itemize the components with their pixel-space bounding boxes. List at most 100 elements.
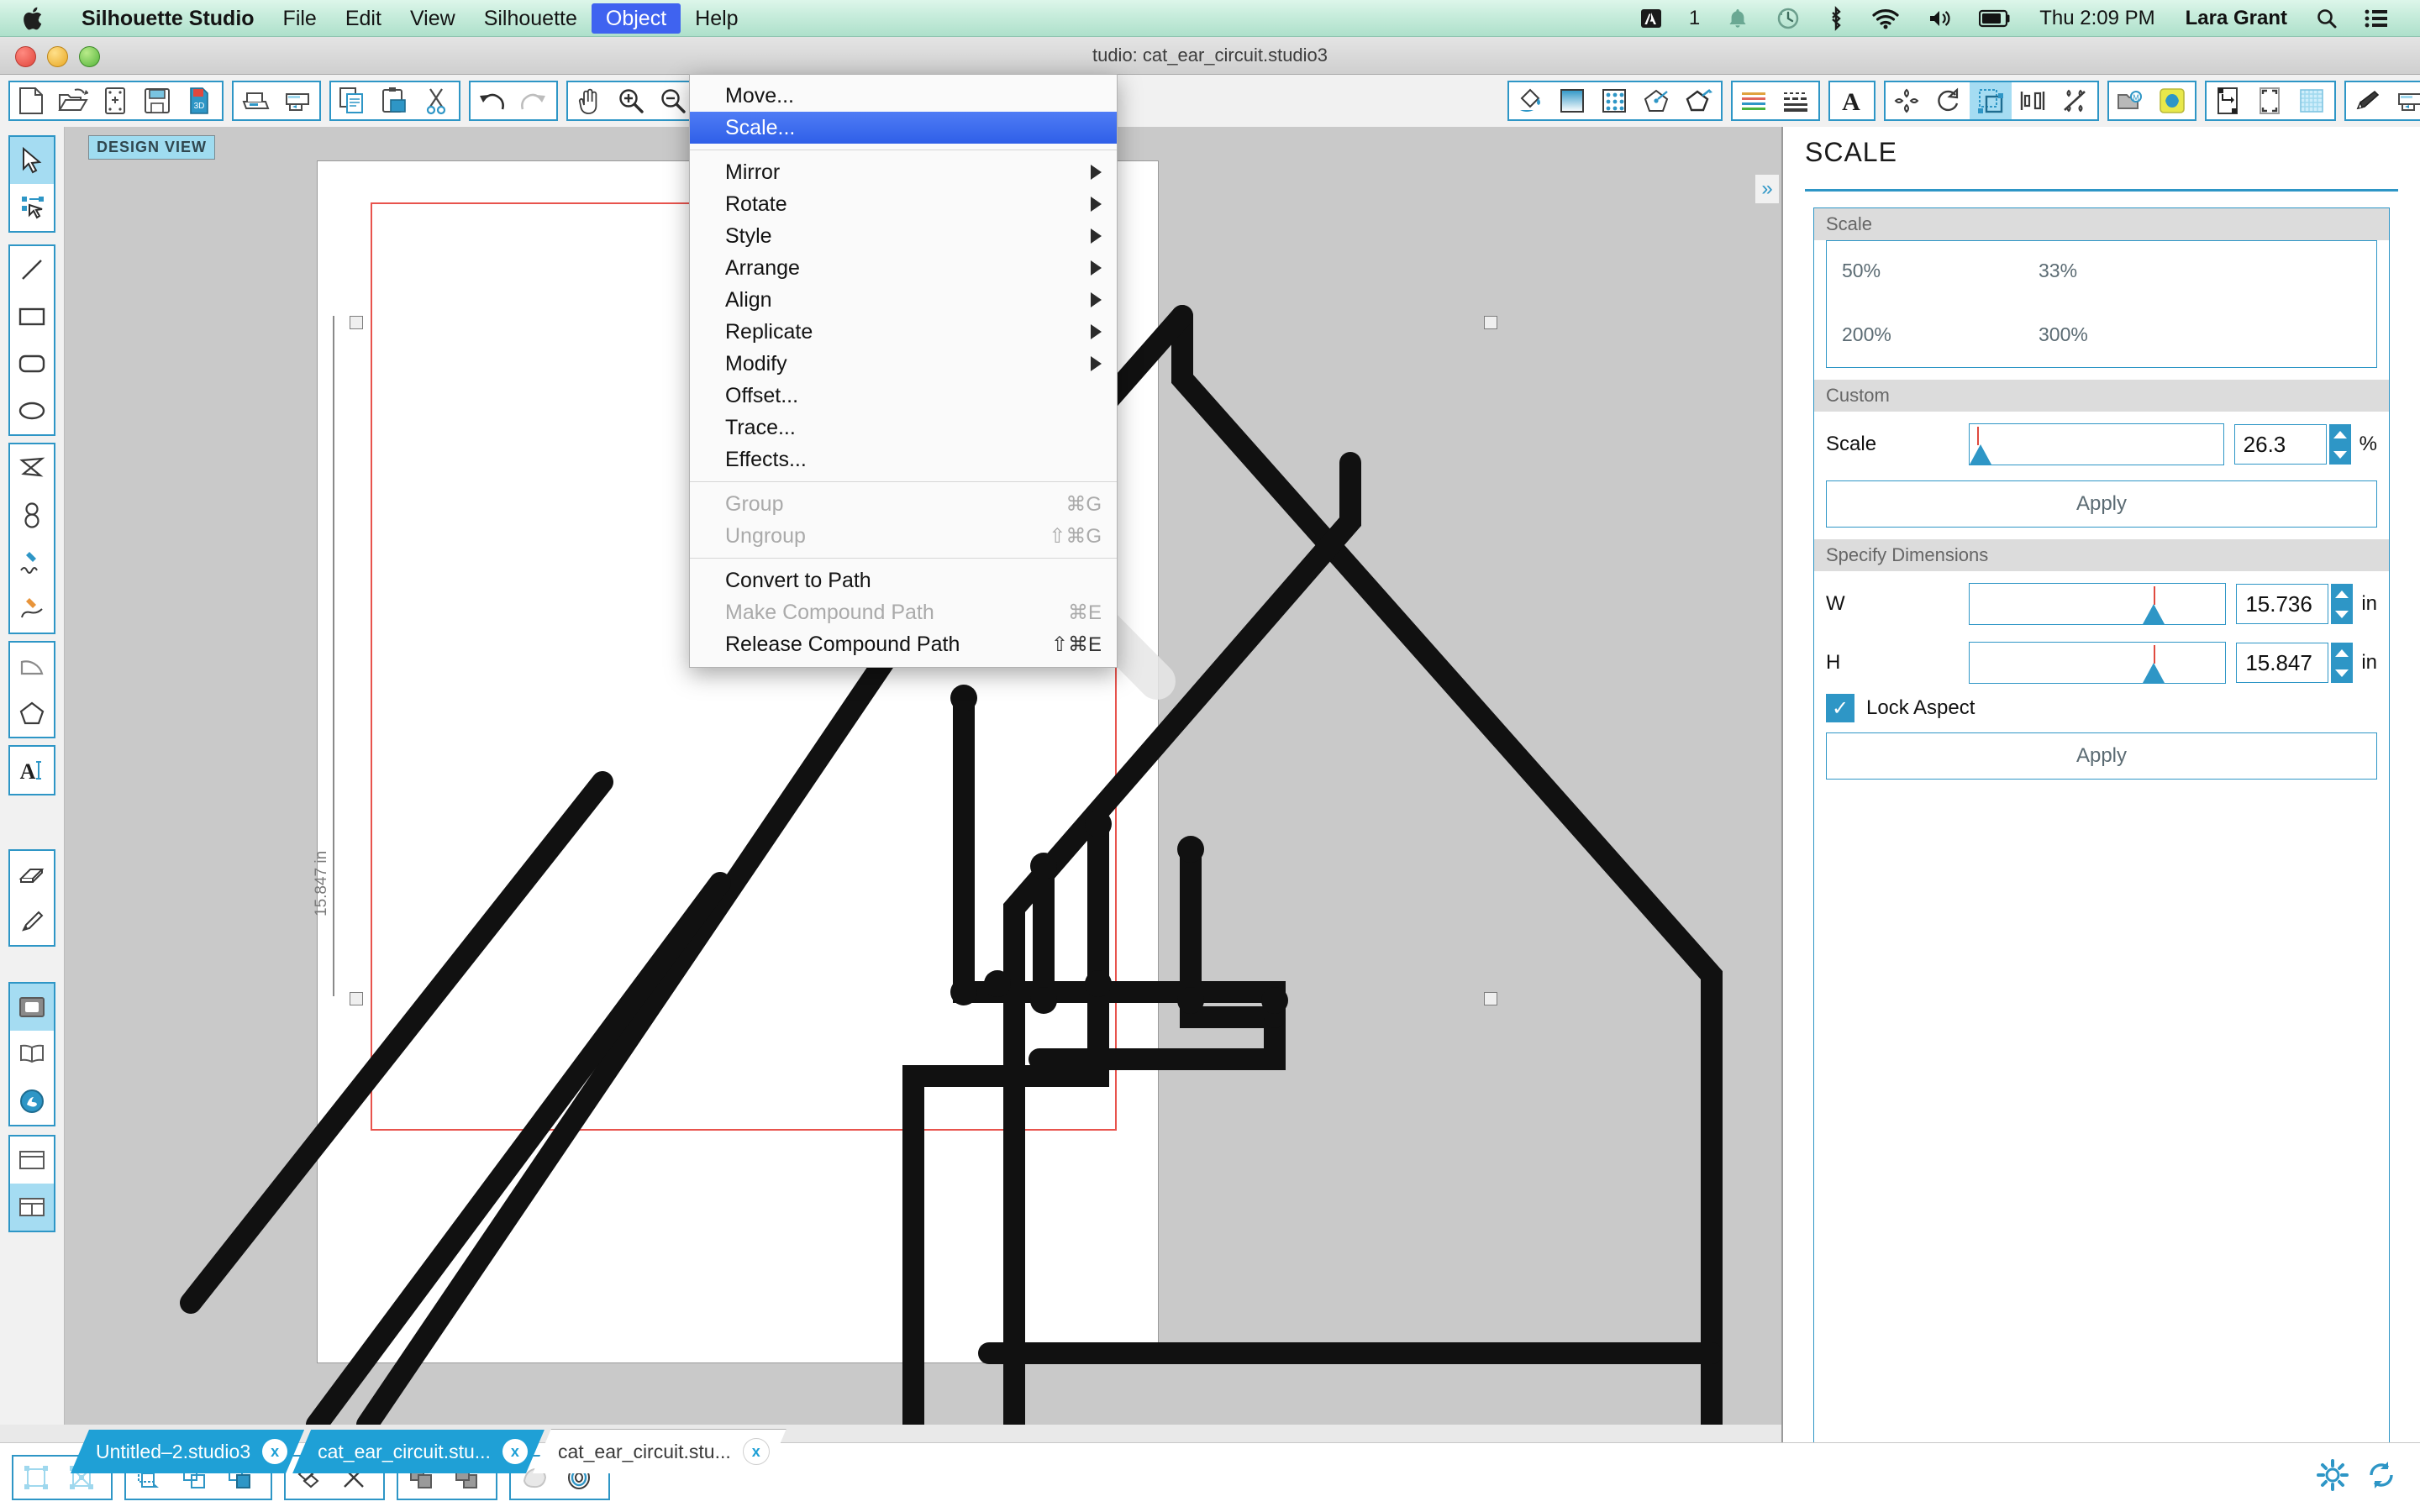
line-color-icon[interactable] bbox=[1635, 82, 1677, 119]
scale-preset-33[interactable]: 33% bbox=[2039, 260, 2077, 282]
apple-logo-icon[interactable] bbox=[24, 5, 45, 32]
menu-item-style[interactable]: Style bbox=[690, 220, 1117, 252]
line-weight-icon[interactable] bbox=[1733, 82, 1775, 119]
single-pane-view-tool[interactable] bbox=[10, 1137, 54, 1184]
menu-edit[interactable]: Edit bbox=[331, 3, 396, 34]
width-slider-thumb[interactable] bbox=[2143, 604, 2165, 624]
height-value-input[interactable]: 15.847 bbox=[2236, 643, 2329, 683]
select-all-icon[interactable] bbox=[13, 1457, 59, 1499]
scale-slider[interactable] bbox=[1969, 423, 2224, 465]
fill-pattern-icon[interactable] bbox=[1593, 82, 1635, 119]
curve-tool[interactable] bbox=[10, 491, 54, 538]
send-to-silhouette-icon[interactable] bbox=[276, 82, 318, 119]
panel-collapse-chevron[interactable]: » bbox=[1755, 175, 1779, 203]
document-tab-3-close[interactable]: x bbox=[743, 1438, 770, 1465]
text-style-icon[interactable]: A bbox=[1830, 82, 1872, 119]
draw-freehand-tool[interactable] bbox=[10, 538, 54, 585]
menu-item-modify[interactable]: Modify bbox=[690, 348, 1117, 380]
menu-item-mirror[interactable]: Mirror bbox=[690, 156, 1117, 188]
scale-value-stepper[interactable] bbox=[2328, 424, 2351, 465]
edit-points-tool[interactable] bbox=[10, 184, 54, 231]
menu-file[interactable]: File bbox=[269, 3, 331, 34]
open-document-icon[interactable] bbox=[52, 82, 94, 119]
menu-item-release-compound-path[interactable]: Release Compound Path ⇧⌘E bbox=[690, 628, 1117, 660]
menu-item-move[interactable]: Move... bbox=[690, 80, 1117, 112]
fill-gradient-icon[interactable] bbox=[1551, 82, 1593, 119]
arc-tool[interactable] bbox=[10, 643, 54, 690]
pan-hand-icon[interactable] bbox=[568, 82, 610, 119]
send-to-cutter-icon[interactable] bbox=[2388, 82, 2420, 119]
document-tab-2-close[interactable]: x bbox=[502, 1439, 528, 1464]
print-icon[interactable] bbox=[234, 82, 276, 119]
split-pane-view-tool[interactable] bbox=[10, 1184, 54, 1231]
registration-marks-icon[interactable] bbox=[2249, 82, 2291, 119]
grid-icon[interactable] bbox=[2291, 82, 2333, 119]
menu-item-convert-to-path[interactable]: Convert to Path bbox=[690, 564, 1117, 596]
draw-smooth-tool[interactable] bbox=[10, 585, 54, 633]
library-icon[interactable]: M bbox=[2109, 82, 2151, 119]
zoom-out-icon[interactable] bbox=[652, 82, 694, 119]
design-store-icon[interactable] bbox=[2151, 82, 2193, 119]
scale-value-input[interactable]: 26.3 bbox=[2233, 424, 2327, 465]
dashed-line-icon[interactable] bbox=[1775, 82, 1817, 119]
wifi-icon[interactable] bbox=[1858, 8, 1913, 29]
line-tool[interactable] bbox=[10, 246, 54, 293]
save-as-sd-icon[interactable]: 3D bbox=[178, 82, 220, 119]
polygon-tool[interactable] bbox=[10, 444, 54, 491]
width-value-input[interactable]: 15.736 bbox=[2236, 584, 2329, 624]
preferences-gear-icon[interactable] bbox=[2316, 1458, 2349, 1496]
menu-item-replicate[interactable]: Replicate bbox=[690, 316, 1117, 348]
refresh-icon[interactable] bbox=[2365, 1458, 2398, 1496]
eraser-tool[interactable] bbox=[10, 851, 54, 898]
menu-item-offset[interactable]: Offset... bbox=[690, 380, 1117, 412]
redo-icon[interactable] bbox=[513, 82, 555, 119]
width-value-stepper[interactable] bbox=[2331, 584, 2354, 624]
menu-item-scale[interactable]: Scale... bbox=[690, 112, 1117, 144]
height-value-stepper[interactable] bbox=[2331, 643, 2354, 683]
new-page-icon[interactable] bbox=[94, 82, 136, 119]
page-setup-icon[interactable] bbox=[2207, 82, 2249, 119]
menubar-username[interactable]: Lara Grant bbox=[2170, 7, 2302, 30]
ellipse-tool[interactable] bbox=[10, 387, 54, 434]
time-machine-icon[interactable] bbox=[1762, 6, 1814, 31]
menu-item-align[interactable]: Align bbox=[690, 284, 1117, 316]
height-slider-thumb[interactable] bbox=[2143, 663, 2165, 683]
knife-tool[interactable] bbox=[10, 898, 54, 945]
menubar-clock[interactable]: Thu 2:09 PM bbox=[2024, 7, 2170, 30]
object-dropdown-menu[interactable]: Move... Scale... Mirror Rotate Style Arr… bbox=[689, 74, 1118, 668]
rectangle-tool[interactable] bbox=[10, 293, 54, 340]
scale-preset-200[interactable]: 200% bbox=[1842, 323, 1891, 346]
design-view-tool[interactable] bbox=[10, 984, 54, 1031]
height-slider[interactable] bbox=[1969, 642, 2227, 684]
menu-object[interactable]: Object bbox=[591, 3, 681, 34]
menu-app-name[interactable]: Silhouette Studio bbox=[67, 3, 269, 34]
regular-polygon-tool[interactable] bbox=[10, 690, 54, 737]
menu-item-rotate[interactable]: Rotate bbox=[690, 188, 1117, 220]
replicate-object-icon[interactable] bbox=[2054, 82, 2096, 119]
align-object-icon[interactable] bbox=[2012, 82, 2054, 119]
scale-preset-300[interactable]: 300% bbox=[2039, 323, 2088, 346]
adobe-creative-cloud-icon[interactable] bbox=[1627, 8, 1676, 29]
rotate-object-icon[interactable] bbox=[1928, 82, 1970, 119]
undo-icon[interactable] bbox=[471, 82, 513, 119]
menu-silhouette[interactable]: Silhouette bbox=[470, 3, 592, 34]
cut-icon[interactable] bbox=[415, 82, 457, 119]
dimensions-apply-button[interactable]: Apply bbox=[1826, 732, 2377, 780]
store-view-tool[interactable] bbox=[10, 1078, 54, 1125]
text-tool[interactable]: A bbox=[10, 747, 54, 794]
menu-help[interactable]: Help bbox=[681, 3, 752, 34]
bluetooth-icon[interactable] bbox=[1814, 5, 1858, 31]
notification-center-icon[interactable] bbox=[2351, 8, 2402, 29]
lock-aspect-row[interactable]: ✓ Lock Aspect bbox=[1814, 689, 2389, 722]
bell-icon[interactable] bbox=[1713, 7, 1762, 30]
document-tab-2[interactable]: cat_ear_circuit.stu... x bbox=[292, 1430, 544, 1473]
paste-icon[interactable] bbox=[373, 82, 415, 119]
move-object-icon[interactable] bbox=[1886, 82, 1928, 119]
menu-item-trace[interactable]: Trace... bbox=[690, 412, 1117, 444]
save-icon[interactable] bbox=[136, 82, 178, 119]
line-style-icon[interactable] bbox=[1677, 82, 1719, 119]
zoom-in-icon[interactable] bbox=[610, 82, 652, 119]
width-slider[interactable] bbox=[1969, 583, 2227, 625]
document-tab-3[interactable]: cat_ear_circuit.stu... x bbox=[533, 1429, 786, 1473]
select-arrow-tool[interactable] bbox=[10, 137, 54, 184]
